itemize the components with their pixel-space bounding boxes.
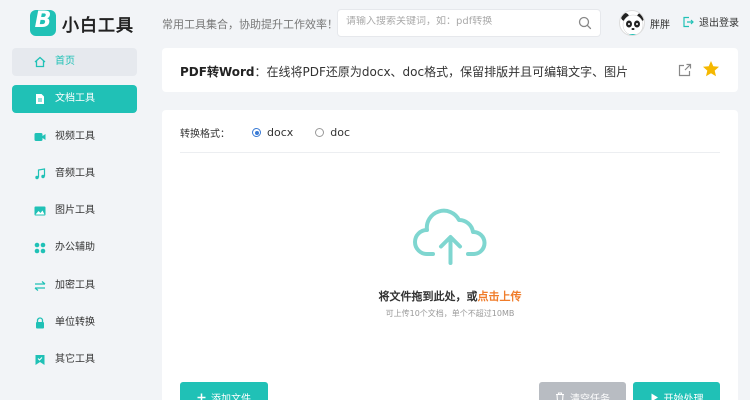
logo-text: 小白工具 [62, 15, 134, 36]
logout-icon [683, 16, 694, 27]
sidebar-item-label: 视频工具 [55, 130, 95, 142]
format-label: 转换格式： [180, 129, 230, 140]
sidebar-item-label: 文档工具 [55, 93, 95, 105]
search-box [337, 9, 601, 37]
sidebar-item-label: 单位转换 [55, 317, 95, 329]
option-label: doc [330, 126, 351, 139]
star-icon[interactable] [702, 60, 720, 78]
click-upload-link[interactable]: 点击上传 [478, 290, 522, 303]
plus-icon [197, 393, 206, 400]
sidebar: 首页 文档工具 视频工具 音频工具 图片工具 办公辅助 加密工具 单位转换 其它… [12, 48, 137, 384]
option-label: docx [267, 126, 294, 139]
panda-avatar-icon [621, 13, 644, 35]
video-icon [34, 132, 46, 141]
logout-label: 退出登录 [699, 18, 739, 29]
add-file-button[interactable]: 添加文件 [180, 382, 268, 400]
logo-icon: B [30, 10, 56, 36]
add-file-label: 添加文件 [211, 393, 251, 400]
music-icon [35, 168, 46, 180]
tool-description: ：在线将PDF还原为docx、doc格式，保留排版并且可编辑文字、图片 [254, 65, 629, 79]
trash-icon [556, 392, 564, 400]
format-option-docx[interactable]: docx [252, 126, 293, 139]
tool-title-bar: PDF转Word：在线将PDF还原为docx、doc格式，保留排版并且可编辑文字… [162, 48, 738, 92]
sidebar-item-label: 加密工具 [55, 279, 95, 291]
page-title: PDF转Word：在线将PDF还原为docx、doc格式，保留排版并且可编辑文字… [180, 63, 628, 80]
sidebar-item-label: 图片工具 [55, 205, 95, 217]
start-processing-button[interactable]: 开始处理 [633, 382, 720, 400]
header: B 小白工具 常用工具集合，协助提升工作效率！ 胖胖 退出登录 [0, 0, 750, 46]
cloud-upload-icon[interactable] [413, 208, 488, 268]
radio-icon [315, 128, 325, 137]
sidebar-item-document-tools[interactable]: 文档工具 [12, 85, 137, 114]
sidebar-item-other-tools[interactable]: 其它工具 [12, 346, 137, 374]
search-icon[interactable] [578, 16, 592, 30]
drop-zone-text: 将文件拖到此处，或点击上传 [162, 288, 738, 304]
avatar[interactable] [619, 10, 645, 36]
drop-text: 将文件拖到此处，或 [378, 290, 478, 303]
logo[interactable]: B 小白工具 [30, 10, 134, 36]
play-icon [651, 393, 658, 400]
lock-icon [36, 317, 44, 329]
username[interactable]: 胖胖 [650, 16, 670, 31]
share-icon[interactable] [678, 63, 692, 77]
start-processing-label: 开始处理 [663, 393, 704, 400]
radio-selected-icon [252, 128, 261, 137]
image-icon [34, 206, 46, 216]
bookmark-icon [35, 355, 45, 366]
sidebar-item-video-tools[interactable]: 视频工具 [12, 123, 137, 151]
sidebar-item-image-tools[interactable]: 图片工具 [12, 197, 137, 225]
slogan: 常用工具集合，协助提升工作效率！ [162, 18, 338, 31]
sidebar-item-unit-conversion[interactable]: 单位转换 [12, 309, 137, 337]
sidebar-item-label: 首页 [55, 56, 75, 67]
sidebar-item-home[interactable]: 首页 [12, 48, 137, 76]
tool-name: PDF转Word [180, 65, 255, 79]
divider [180, 152, 720, 153]
document-icon [36, 94, 44, 105]
format-option-doc[interactable]: doc [315, 126, 350, 139]
format-selector: 转换格式： docx doc [180, 125, 350, 140]
clear-tasks-label: 清空任务 [570, 393, 610, 400]
sidebar-item-label: 音频工具 [55, 167, 95, 179]
logout-button[interactable]: 退出登录 [682, 14, 739, 29]
sidebar-item-audio-tools[interactable]: 音频工具 [12, 160, 137, 188]
clear-tasks-button[interactable]: 清空任务 [539, 382, 626, 400]
converter-panel: 转换格式： docx doc 将文件拖到此处，或点击上传 可上传10个文档，单个… [162, 110, 738, 400]
sidebar-item-label: 其它工具 [55, 354, 95, 366]
sidebar-item-label: 办公辅助 [55, 242, 95, 254]
home-icon [34, 56, 46, 68]
sidebar-item-office-assist[interactable]: 办公辅助 [12, 234, 137, 262]
grid-icon [34, 243, 46, 254]
swap-icon [34, 280, 46, 291]
upload-hint: 可上传10个文档，单个不超过10MB [385, 309, 515, 318]
sidebar-item-encryption-tools[interactable]: 加密工具 [12, 272, 137, 300]
search-input[interactable] [346, 16, 571, 27]
